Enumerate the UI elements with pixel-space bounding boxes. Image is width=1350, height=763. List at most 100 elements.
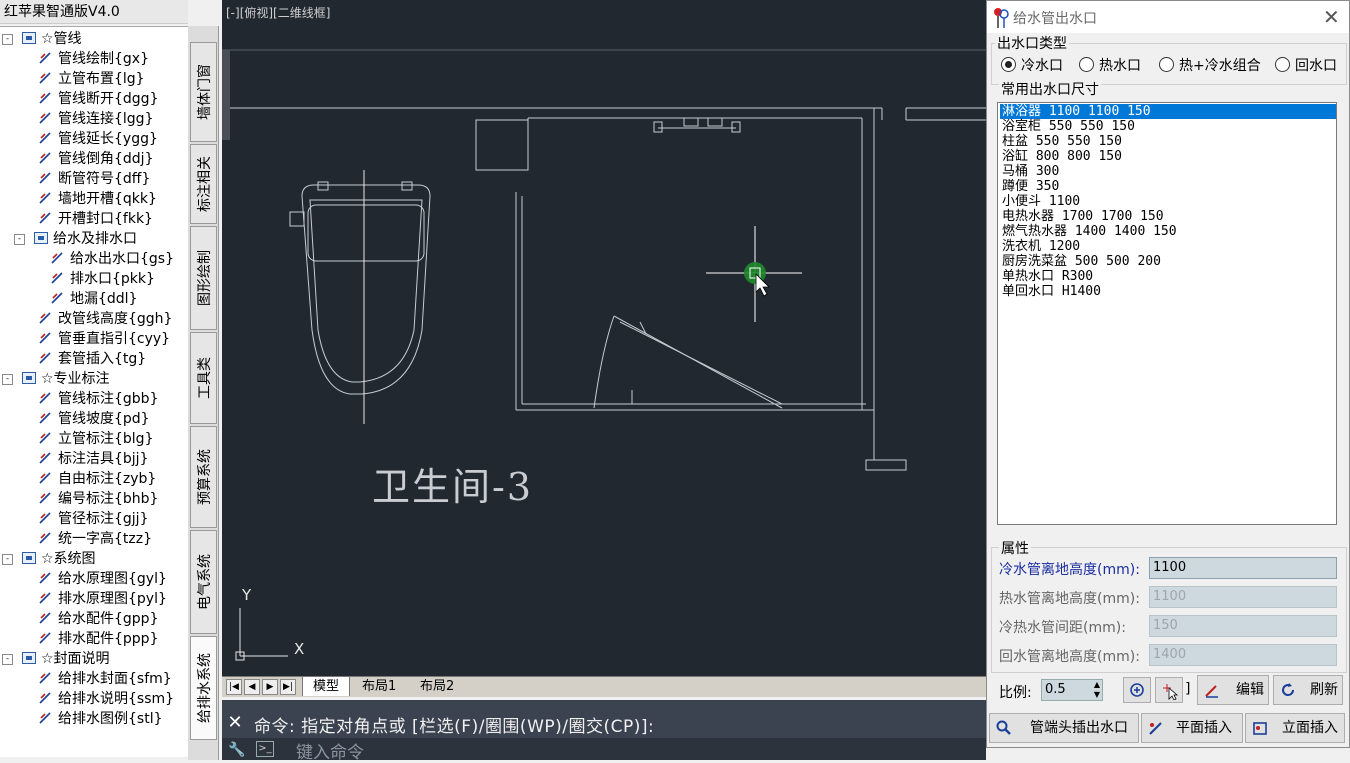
command-input[interactable]: 键入命令: [296, 738, 364, 763]
viewport-controls[interactable]: [-][俯视][二维线框]: [226, 4, 330, 21]
vertical-tab[interactable]: 电气系统: [190, 530, 217, 634]
outlet-size-item[interactable]: 浴缸 800 800 150: [1000, 149, 1336, 164]
tree-item[interactable]: 排水原理图{pyl}: [38, 589, 167, 609]
tree-item[interactable]: 给排水封面{sfm}: [38, 669, 172, 689]
outlet-size-list[interactable]: 淋浴器 1100 1100 150 浴室柜 550 550 150 柱盆 550 5…: [997, 102, 1337, 525]
vertical-tab-strip: 墙体门窗 标注相关 图形绘制 工具类 预算系统 电气系统 给排水系统: [188, 26, 219, 760]
collapse-icon[interactable]: -: [2, 654, 13, 665]
vertical-tab[interactable]: 标注相关: [190, 144, 217, 224]
layout-tab[interactable]: 布局2: [410, 677, 464, 696]
outlet-type-radio[interactable]: 热+冷水组合: [1159, 56, 1261, 75]
outlet-size-item[interactable]: 洗衣机 1200: [1000, 239, 1336, 254]
tree-item[interactable]: 给排水说明{ssm}: [38, 689, 174, 709]
outlet-size-item[interactable]: 单回水口 H1400: [1000, 284, 1336, 299]
plan-insert-button[interactable]: 平面插入: [1141, 713, 1243, 743]
layout-tab[interactable]: 布局1: [352, 677, 406, 696]
vertical-tab[interactable]: 墙体门窗: [190, 42, 217, 142]
dialog-close-button[interactable]: ✕: [1323, 5, 1340, 29]
refresh-button[interactable]: 刷新: [1273, 675, 1343, 705]
outlet-size-item[interactable]: 小便斗 1100: [1000, 194, 1336, 209]
scale-value: 0.5: [1045, 682, 1066, 697]
tree-item-label: ☆封面说明: [41, 651, 110, 667]
tree-item[interactable]: 立管布置{lg}: [38, 69, 145, 89]
collapse-icon[interactable]: -: [2, 34, 13, 45]
layout-tab[interactable]: 模型: [302, 677, 351, 696]
tree-item-label: 立管标注{blg}: [58, 431, 154, 447]
tree-item[interactable]: ☆管线: [22, 29, 82, 49]
tree-item[interactable]: 管线延长{ygg}: [38, 129, 158, 149]
tree-item[interactable]: 管线标注{gbb}: [38, 389, 158, 409]
outlet-size-item[interactable]: 浴室柜 550 550 150: [1000, 119, 1336, 134]
outlet-size-item[interactable]: 电热水器 1700 1700 150: [1000, 209, 1336, 224]
next-layout-icon[interactable]: ▶: [262, 679, 278, 695]
tree-item[interactable]: 管垂直指引{cyy}: [38, 329, 170, 349]
elevation-insert-icon: [1253, 722, 1267, 735]
tree-item[interactable]: 管径标注{gjj}: [38, 509, 148, 529]
tree-item[interactable]: 编号标注{bhb}: [38, 489, 158, 509]
vertical-tab[interactable]: 给排水系统: [190, 636, 217, 740]
collapse-icon[interactable]: -: [2, 554, 13, 565]
edit-button[interactable]: 编辑: [1197, 675, 1269, 705]
tree-item[interactable]: 给水原理图{gyl}: [38, 569, 167, 589]
tree-item[interactable]: ☆系统图: [22, 549, 96, 569]
outlet-size-item[interactable]: 马桶 300: [1000, 164, 1336, 179]
tree-item[interactable]: 给水出水口{gs}: [50, 249, 174, 269]
tree-item[interactable]: 地漏{ddl}: [50, 289, 137, 309]
outlet-size-item[interactable]: 柱盆 550 550 150: [1000, 134, 1336, 149]
prev-layout-icon[interactable]: ◀: [244, 679, 260, 695]
property-field[interactable]: 150: [1149, 615, 1337, 637]
tree-item[interactable]: 管线断开{dgg}: [38, 89, 158, 109]
vertical-tab[interactable]: 工具类: [190, 332, 217, 424]
drawing-canvas[interactable]: 卫生间-3 Y X: [222, 0, 986, 676]
elevation-insert-button[interactable]: 立面插入: [1245, 713, 1345, 743]
tree-item[interactable]: 开槽封口{fkk}: [38, 209, 153, 229]
command-prompt-icon[interactable]: >_: [256, 741, 274, 757]
tree-item[interactable]: 断管符号{dff}: [38, 169, 150, 189]
tree-item[interactable]: 自由标注{zyb}: [38, 469, 156, 489]
outlet-type-radio[interactable]: 冷水口: [1001, 56, 1063, 75]
groove-seal-icon: [38, 211, 52, 225]
property-field[interactable]: 1100: [1149, 557, 1337, 579]
tree-item[interactable]: 管线倒角{ddj}: [38, 149, 153, 169]
outlet-size-item[interactable]: 厨房洗菜盆 500 500 200: [1000, 254, 1336, 269]
spinner-icon[interactable]: ▲ ▼: [1094, 680, 1100, 700]
tree-item[interactable]: ☆封面说明: [22, 649, 110, 669]
last-layout-icon[interactable]: ▶|: [280, 679, 296, 695]
outlet-size-item[interactable]: 单热水口 R300: [1000, 269, 1336, 284]
tree-item[interactable]: 墙地开槽{qkk}: [38, 189, 157, 209]
tree-item[interactable]: 排水配件{ppp}: [38, 629, 158, 649]
dialog-titlebar[interactable]: 给水管出水口 ✕: [987, 1, 1349, 33]
tree-item[interactable]: 给水配件{gpp}: [38, 609, 158, 629]
tree-item[interactable]: 统一字高{tzz}: [38, 529, 152, 549]
tree-item-label: 排水原理图{pyl}: [58, 591, 167, 607]
vertical-tab[interactable]: 预算系统: [190, 426, 217, 528]
outlet-size-item[interactable]: 蹲便 350: [1000, 179, 1336, 194]
tree-item[interactable]: 排水口{pkk}: [50, 269, 155, 289]
wrench-icon[interactable]: 🔧: [228, 742, 245, 758]
collapse-icon[interactable]: -: [2, 374, 13, 385]
tree-item[interactable]: 管线绘制{gx}: [38, 49, 149, 69]
tree-item[interactable]: 标注洁具{bjj}: [38, 449, 148, 469]
tree-item[interactable]: 立管标注{blg}: [38, 429, 153, 449]
collapse-icon[interactable]: -: [14, 234, 25, 245]
vertical-tab[interactable]: 图形绘制: [190, 226, 217, 330]
property-field[interactable]: 1100: [1149, 586, 1337, 608]
break-symbol-icon: [38, 171, 52, 185]
scale-input[interactable]: 0.5 ▲ ▼: [1041, 679, 1103, 701]
zoom-in-button[interactable]: [1123, 677, 1151, 703]
tree-item[interactable]: ☆专业标注: [22, 369, 110, 389]
insert-at-pipe-end-button[interactable]: 管端头插出水口: [989, 713, 1139, 743]
tree-item[interactable]: 管线连接{lgg}: [38, 109, 153, 129]
tree-item[interactable]: 给排水图例{stl}: [38, 709, 163, 729]
outlet-size-item[interactable]: 燃气热水器 1400 1400 150: [1000, 224, 1336, 239]
tree-item[interactable]: 管线坡度{pd}: [38, 409, 150, 429]
pick-point-button[interactable]: [1155, 677, 1183, 703]
outlet-size-item[interactable]: 淋浴器 1100 1100 150: [1000, 104, 1336, 119]
tree-item[interactable]: 套管插入{tg}: [38, 349, 146, 369]
tree-item[interactable]: 改管线高度{ggh}: [38, 309, 172, 329]
first-layout-icon[interactable]: |◀: [226, 679, 242, 695]
outlet-type-radio[interactable]: 回水口: [1275, 56, 1337, 75]
tree-item[interactable]: 给水及排水口: [34, 229, 137, 249]
outlet-type-radio[interactable]: 热水口: [1079, 56, 1141, 75]
property-field[interactable]: 1400: [1149, 644, 1337, 666]
